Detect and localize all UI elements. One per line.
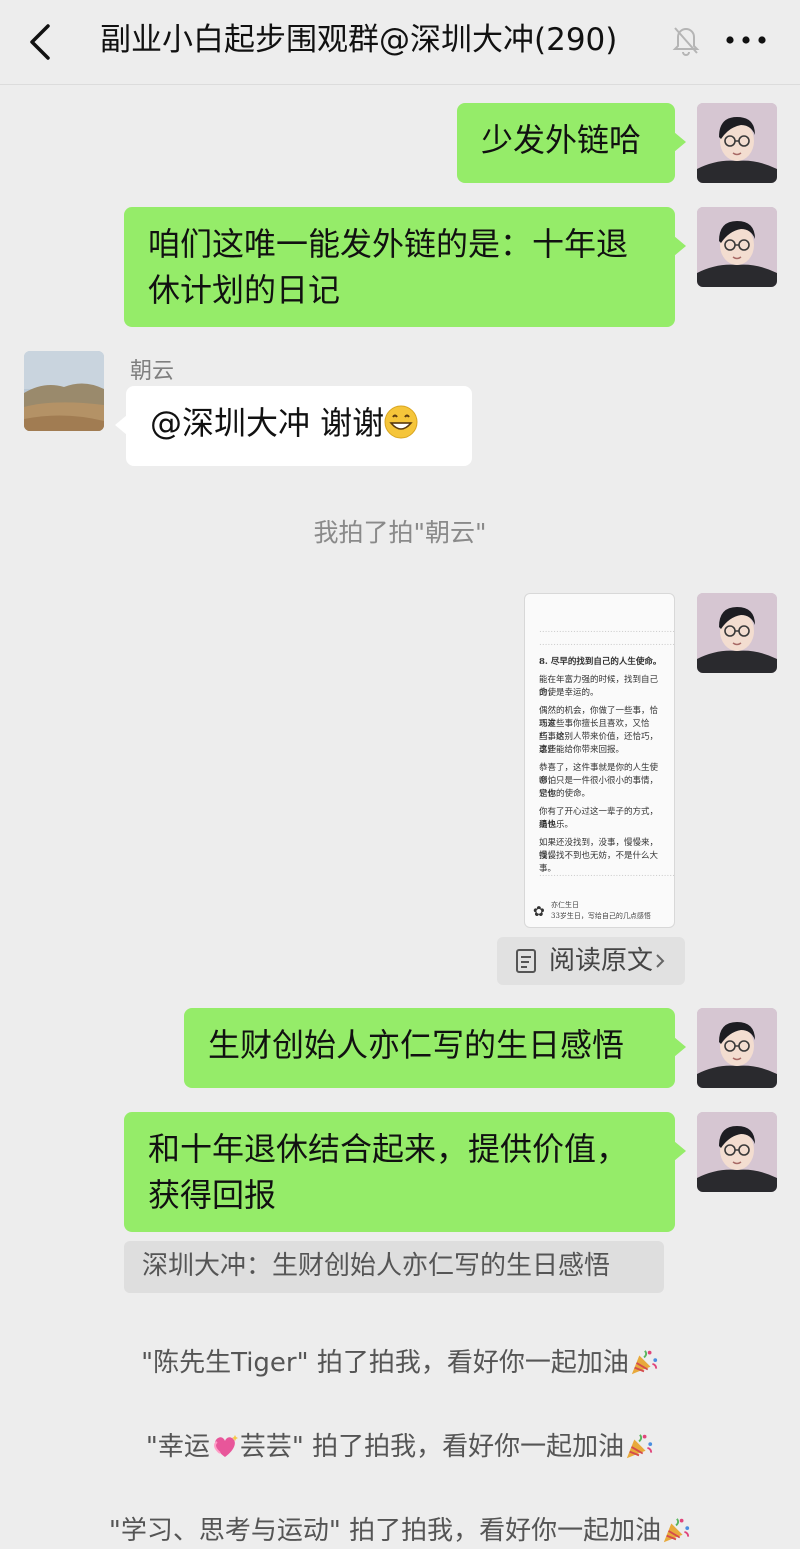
chevron-right-icon — [656, 954, 665, 968]
image-text-faded: ………………………………………… — [539, 638, 675, 648]
image-text-faded: ………………………………………… — [539, 625, 675, 635]
pat-notice: "幸运 芸芸" 拍了拍我，看好你一起加油 — [0, 1426, 800, 1463]
my-avatar[interactable] — [697, 593, 777, 673]
pat-text: "学习、思考与运动" 拍了拍我，看好你一起加油 — [108, 1516, 662, 1546]
image-footer-logo: ✿ — [533, 904, 545, 920]
message-text: 少发外链哈 — [481, 121, 642, 159]
bell-off-icon — [672, 27, 700, 56]
image-text: 命，是幸运的。 — [539, 688, 599, 698]
bubble-tail — [674, 236, 686, 256]
message-text: @深圳大冲 谢谢 — [150, 404, 385, 442]
bubble-tail — [115, 415, 127, 435]
image-text-faded: ………………………………………… — [539, 869, 675, 879]
bubble-tail — [674, 132, 686, 152]
image-heading: 8. 尽早的找到自己的人生使命。 — [539, 657, 662, 667]
quoted-message[interactable]: 深圳大冲：生财创始人亦仁写的生日感悟 — [124, 1241, 664, 1293]
quoted-text: 深圳大冲：生财创始人亦仁写的生日感悟 — [142, 1251, 611, 1281]
message-text-line2: 获得回报 — [148, 1176, 277, 1214]
bubble-tail — [674, 1141, 686, 1161]
chat-header: 副业小白起步围观群@深圳大冲(290) — [0, 0, 800, 85]
pat-notice: "学习、思考与运动" 拍了拍我，看好你一起加油 — [0, 1510, 800, 1547]
my-avatar[interactable] — [697, 207, 777, 287]
contact-message-bubble[interactable]: @深圳大冲 谢谢 — [126, 386, 472, 466]
pat-text-prefix: "幸运 — [145, 1432, 210, 1462]
image-text: 是快乐。 — [539, 820, 574, 830]
my-avatar[interactable] — [697, 1008, 777, 1088]
sparkling-heart-icon — [213, 1435, 238, 1457]
read-original-button[interactable]: 阅读原文 — [497, 937, 685, 985]
grinning-face-icon — [384, 405, 418, 439]
chevron-left-icon[interactable] — [24, 22, 58, 62]
party-popper-icon — [629, 1347, 659, 1377]
image-footer-name: 亦仁生日 — [551, 901, 579, 909]
pat-text-suffix: 芸芸" 拍了拍我，看好你一起加油 — [239, 1432, 625, 1462]
message-text-line2: 休计划的日记 — [148, 271, 341, 309]
my-message-bubble[interactable]: 少发外链哈 — [457, 103, 675, 183]
bubble-tail — [674, 1037, 686, 1057]
party-popper-icon — [661, 1515, 691, 1545]
contact-avatar[interactable] — [24, 351, 104, 431]
message-text-line1: 咱们这唯一能发外链的是：十年退 — [148, 225, 629, 263]
sender-name: 朝云 — [130, 359, 175, 384]
pat-text: "陈先生Tiger" 拍了拍我，看好你一起加油 — [141, 1348, 629, 1378]
image-footer-subtitle: 33岁生日，写给自己的几点感悟 — [551, 912, 651, 920]
my-avatar[interactable] — [697, 103, 777, 183]
my-avatar[interactable] — [697, 1112, 777, 1192]
pat-notice: "陈先生Tiger" 拍了拍我，看好你一起加油 — [0, 1342, 800, 1379]
more-horizontal-icon[interactable] — [724, 30, 768, 50]
image-text: 是你的使命。 — [539, 789, 591, 799]
article-image-card[interactable]: ………………………………………… ………………………………………… 8. 尽早的… — [524, 593, 675, 928]
my-message-bubble[interactable]: 咱们这唯一能发外链的是：十年退 休计划的日记 — [124, 207, 675, 327]
image-text: 事还能给你带来回报。 — [539, 745, 625, 755]
party-popper-icon — [624, 1431, 654, 1461]
message-text: 生财创始人亦仁写的生日感悟 — [208, 1026, 625, 1064]
my-message-bubble[interactable]: 生财创始人亦仁写的生日感悟 — [184, 1008, 675, 1088]
chat-title: 副业小白起步围观群@深圳大冲(290) — [100, 22, 618, 58]
my-message-bubble[interactable]: 和十年退休结合起来，提供价值， 获得回报 — [124, 1112, 675, 1232]
read-original-label: 阅读原文 — [549, 946, 654, 976]
document-icon — [516, 949, 536, 973]
system-notice: 我拍了拍"朝云" — [313, 518, 487, 547]
message-text-line1: 和十年退休结合起来，提供价值， — [148, 1130, 629, 1168]
